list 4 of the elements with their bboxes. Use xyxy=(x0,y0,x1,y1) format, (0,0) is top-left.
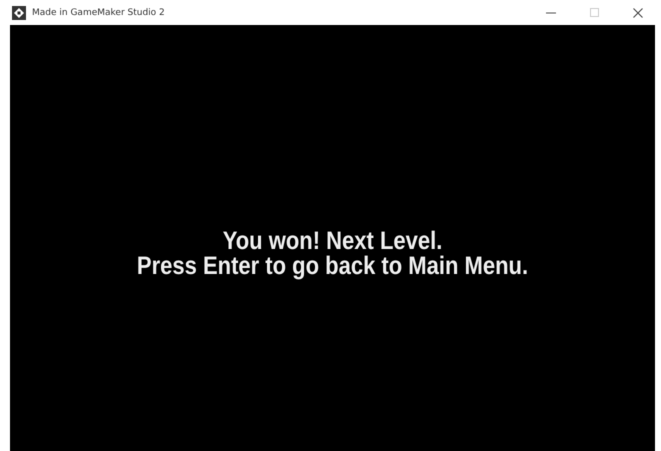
minimize-icon[interactable] xyxy=(546,12,556,14)
app-icon xyxy=(12,6,26,20)
close-icon[interactable] xyxy=(633,8,643,18)
window-title: Made in GameMaker Studio 2 xyxy=(32,8,165,18)
